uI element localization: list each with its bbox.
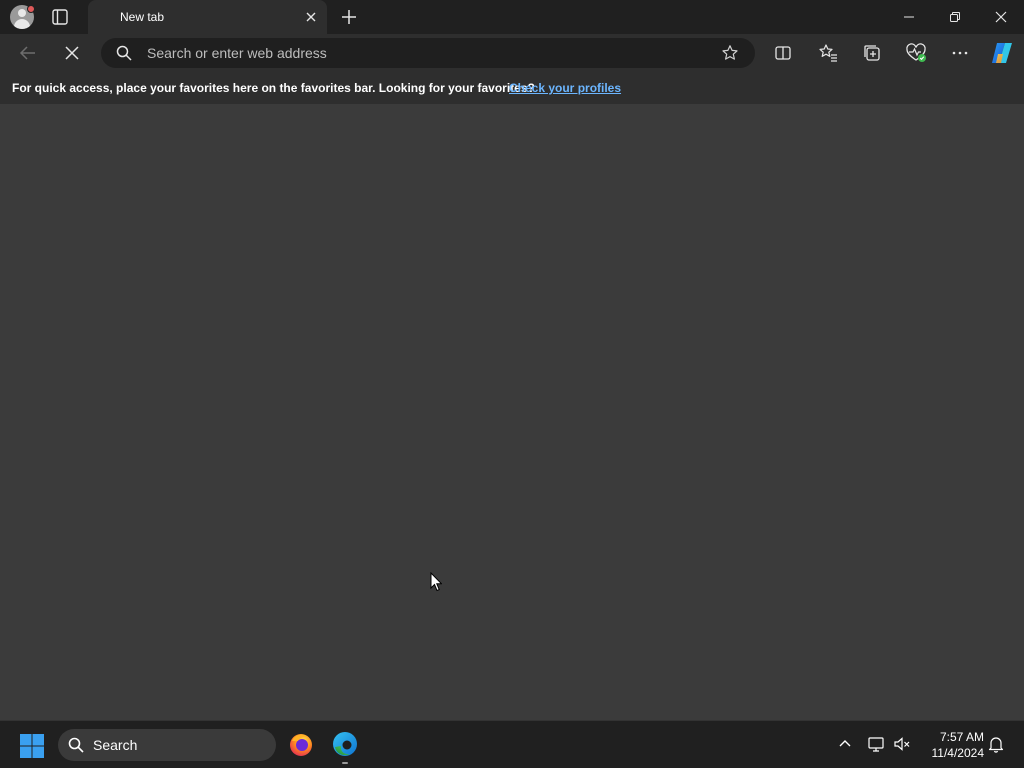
split-screen-icon — [775, 46, 791, 60]
close-icon[interactable] — [304, 10, 318, 24]
system-clock[interactable]: 7:57 AM 11/4/2024 — [920, 729, 985, 761]
collections-icon — [864, 45, 880, 61]
search-icon — [68, 737, 84, 753]
minimize-button[interactable] — [886, 0, 932, 34]
collections-button[interactable] — [861, 42, 883, 64]
restore-icon — [950, 12, 960, 22]
windows-icon[interactable] — [19, 733, 45, 759]
chevron-up-icon[interactable] — [836, 735, 854, 753]
bell-icon[interactable] — [987, 735, 1005, 753]
mouse-pointer-icon — [430, 572, 442, 592]
settings-and-more-button[interactable] — [949, 42, 971, 64]
star-icon[interactable] — [721, 44, 739, 62]
profile-notification-dot — [27, 5, 35, 13]
title-bar: New tab — [0, 0, 1024, 34]
tab-new-tab[interactable]: New tab — [88, 0, 327, 34]
minimize-icon — [904, 16, 914, 18]
edge-running-indicator — [342, 762, 348, 764]
edge-icon[interactable] — [332, 731, 358, 757]
muted-speaker-icon[interactable] — [893, 735, 911, 753]
plus-icon[interactable] — [340, 8, 358, 26]
back-button[interactable] — [17, 42, 39, 64]
clock-date: 11/4/2024 — [931, 746, 985, 760]
favorites-bar-message: For quick access, place your favorites h… — [12, 81, 535, 95]
stop-loading-button[interactable] — [61, 42, 83, 64]
address-bar[interactable] — [101, 38, 755, 68]
copilot-button[interactable] — [989, 40, 1015, 66]
browser-essentials-icon — [906, 43, 926, 62]
stop-loading-icon — [65, 46, 79, 60]
display-icon[interactable] — [867, 735, 885, 753]
taskbar-search-label: Search — [93, 737, 138, 753]
clock-time: 7:57 AM — [939, 730, 984, 744]
split-screen-button[interactable] — [772, 42, 794, 64]
restore-button[interactable] — [932, 0, 978, 34]
taskbar-search-box[interactable]: Search — [58, 729, 276, 761]
back-arrow-icon — [19, 46, 35, 60]
close-window-button[interactable] — [978, 0, 1024, 34]
tab-actions-icon[interactable] — [50, 7, 70, 27]
page-content — [0, 104, 1024, 720]
tab-title: New tab — [120, 10, 165, 24]
browser-toolbar — [0, 34, 1024, 72]
search-icon — [116, 45, 132, 61]
taskbar: Search 7:57 AM 11/4/2024 — [0, 720, 1024, 768]
close-icon — [995, 11, 1007, 23]
copilot-icon — [992, 43, 1012, 63]
favorites-bar: For quick access, place your favorites h… — [0, 72, 1024, 104]
more-icon — [952, 51, 968, 55]
browser-essentials-button[interactable] — [905, 42, 927, 64]
favorites-icon — [819, 44, 837, 62]
favorites-button[interactable] — [817, 42, 839, 64]
address-input[interactable] — [147, 42, 707, 64]
firefox-icon[interactable] — [288, 731, 314, 757]
check-profiles-link[interactable]: Check your profiles — [509, 81, 621, 95]
